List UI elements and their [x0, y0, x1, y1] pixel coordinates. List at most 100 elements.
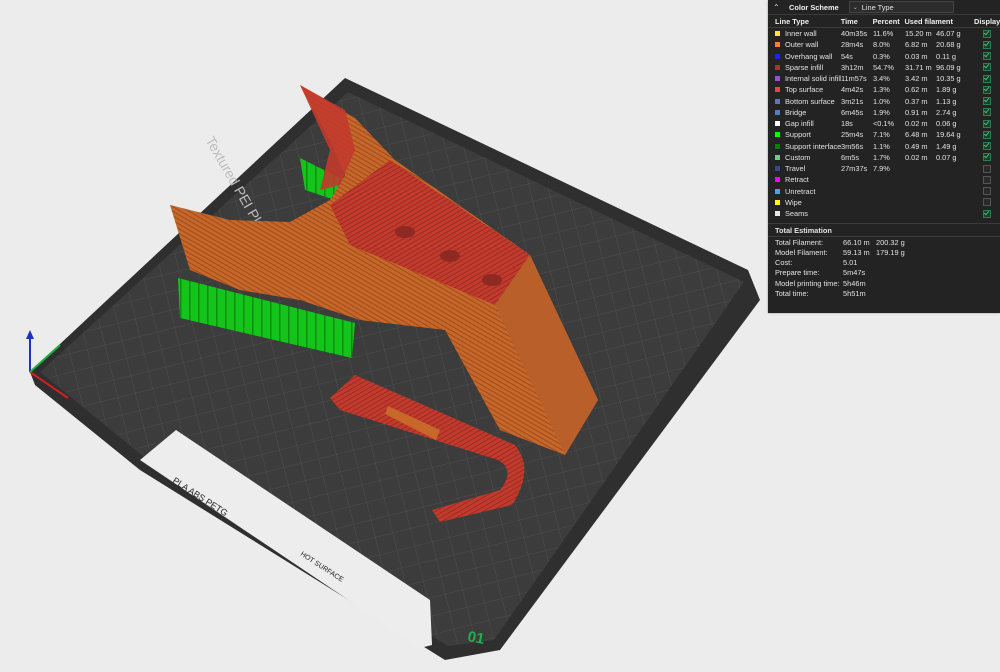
display-cell	[975, 153, 1000, 162]
display-checkbox[interactable]	[983, 209, 992, 218]
color-swatch	[775, 143, 780, 149]
time-value: 28m4s	[840, 40, 864, 50]
legend-row[interactable]: Travel 27m37s 7.9%	[768, 163, 1000, 174]
display-checkbox[interactable]	[983, 175, 992, 184]
line-type-label: Sparse infill	[785, 62, 824, 72]
display-cell	[975, 29, 1000, 38]
legend-row[interactable]: Retract	[768, 174, 1000, 185]
percent-value: 0.3%	[872, 51, 890, 61]
color-scheme-select[interactable]: ⌄ Line Type	[848, 1, 954, 13]
legend-row[interactable]: Bridge 6m45s 1.9% 0.91 m 2.74 g	[768, 107, 1000, 118]
legend-row-type: Sparse infill	[768, 63, 841, 72]
total-label: Model printing time:	[775, 278, 840, 288]
percent-value: 1.7%	[872, 152, 890, 162]
color-swatch	[775, 53, 780, 59]
legend-row[interactable]: Support 25m4s 7.1% 6.48 m 19.64 g	[768, 129, 1000, 140]
plate-number[interactable]: 01	[466, 628, 485, 648]
percent-value: 1.9%	[872, 107, 890, 117]
time-value: 18s	[840, 119, 853, 129]
display-cell	[975, 97, 1000, 106]
legend-row-type: Overhang wall	[768, 52, 841, 61]
line-type-label: Support	[785, 130, 811, 140]
display-checkbox[interactable]	[983, 130, 992, 139]
percent-value: 1.0%	[872, 96, 890, 106]
display-checkbox[interactable]	[983, 29, 992, 38]
line-type-label: Inner wall	[785, 29, 817, 39]
line-type-label: Overhang wall	[785, 51, 833, 61]
legend-row[interactable]: Support interface 3m56s 1.1% 0.49 m 1.49 g	[768, 141, 1000, 152]
length-value: 0.62 m	[904, 85, 928, 95]
display-cell	[975, 187, 1000, 196]
percent-value: <0.1%	[872, 119, 895, 129]
display-checkbox[interactable]	[983, 40, 992, 49]
display-checkbox[interactable]	[983, 153, 992, 162]
legend-row[interactable]: Internal solid infill 11m57s 3.4% 3.42 m 10.…	[768, 73, 1000, 84]
color-swatch	[775, 132, 780, 138]
color-scheme-header: ⌃ Color Scheme ⌄ Line Type	[768, 0, 1000, 15]
display-checkbox[interactable]	[983, 187, 992, 196]
line-type-label: Outer wall	[785, 40, 819, 50]
display-checkbox[interactable]	[983, 97, 992, 106]
percent-value: 3.4%	[872, 74, 890, 84]
display-cell	[975, 164, 1000, 173]
display-checkbox[interactable]	[983, 85, 992, 94]
legend-row-type: Retract	[768, 175, 841, 184]
display-cell	[975, 198, 1000, 207]
legend-row-type: Internal solid infill	[768, 74, 841, 83]
display-checkbox[interactable]	[983, 74, 992, 83]
line-type-label: Unretract	[785, 186, 816, 196]
display-cell	[975, 209, 1000, 218]
total-row: Model Filament: 59.13 m 179.19 g	[768, 247, 1000, 257]
time-value: 40m35s	[840, 29, 868, 39]
legend-row[interactable]: Gap infill 18s <0.1% 0.02 m 0.06 g	[768, 118, 1000, 129]
time-value: 6m45s	[840, 107, 864, 117]
legend-row[interactable]: Inner wall 40m35s 11.6% 15.20 m 46.07 g	[768, 28, 1000, 39]
display-checkbox[interactable]	[983, 108, 992, 117]
length-value: 3.42 m	[904, 74, 928, 84]
total-estimation-rows: Total Filament: 66.10 m 200.32 g Model Fila…	[768, 237, 1000, 298]
display-checkbox[interactable]	[983, 63, 992, 72]
legend-row-type: Gap infill	[768, 119, 841, 128]
legend-row-type: Inner wall	[768, 29, 841, 38]
color-swatch	[775, 76, 780, 82]
line-type-label: Internal solid infill	[785, 74, 841, 84]
color-swatch	[775, 42, 780, 48]
legend-row[interactable]: Bottom surface 3m21s 1.0% 0.37 m 1.13 g	[768, 96, 1000, 107]
display-checkbox[interactable]	[983, 52, 992, 61]
display-cell	[975, 175, 1000, 184]
display-checkbox[interactable]	[983, 119, 992, 128]
legend-row[interactable]: Overhang wall 54s 0.3% 0.03 m 0.11 g	[768, 51, 1000, 62]
legend-row[interactable]: Unretract	[768, 186, 1000, 197]
color-swatch	[775, 154, 780, 160]
length-value: 6.82 m	[904, 40, 928, 50]
color-swatch	[775, 188, 780, 194]
time-value: 11m57s	[840, 74, 867, 84]
weight-value: 96.09 g	[935, 62, 961, 72]
legend-row[interactable]: Seams	[768, 208, 1000, 219]
legend-row[interactable]: Top surface 4m42s 1.3% 0.62 m 1.89 g	[768, 84, 1000, 95]
length-value: 0.03 m	[904, 51, 928, 61]
weight-value: 20.68 g	[935, 40, 961, 50]
legend-row[interactable]: Outer wall 28m4s 8.0% 6.82 m 20.68 g	[768, 39, 1000, 50]
line-type-label: Gap infill	[785, 119, 814, 129]
legend-row[interactable]: Sparse infill 3h12m 54.7% 31.71 m 96.09 g	[768, 62, 1000, 73]
display-checkbox[interactable]	[983, 198, 992, 207]
line-type-label: Wipe	[785, 197, 802, 207]
weight-value: 19.64 g	[935, 130, 961, 140]
line-type-label: Bridge	[785, 107, 807, 117]
percent-value: 8.0%	[872, 40, 890, 50]
legend-row-type: Unretract	[768, 187, 841, 196]
total-label: Prepare time:	[775, 268, 820, 278]
header-time: Time	[840, 16, 858, 26]
legend-row[interactable]: Wipe	[768, 197, 1000, 208]
display-checkbox[interactable]	[983, 164, 992, 173]
legend-row[interactable]: Custom 6m5s 1.7% 0.02 m 0.07 g	[768, 152, 1000, 163]
percent-value: 7.9%	[872, 164, 890, 174]
color-swatch	[775, 199, 780, 205]
total-label: Cost:	[775, 258, 793, 268]
color-swatch	[775, 166, 780, 172]
display-checkbox[interactable]	[983, 142, 992, 151]
percent-value: 7.1%	[872, 130, 890, 140]
legend-row-type: Support	[768, 130, 841, 139]
collapse-icon[interactable]: ⌃	[773, 3, 785, 12]
